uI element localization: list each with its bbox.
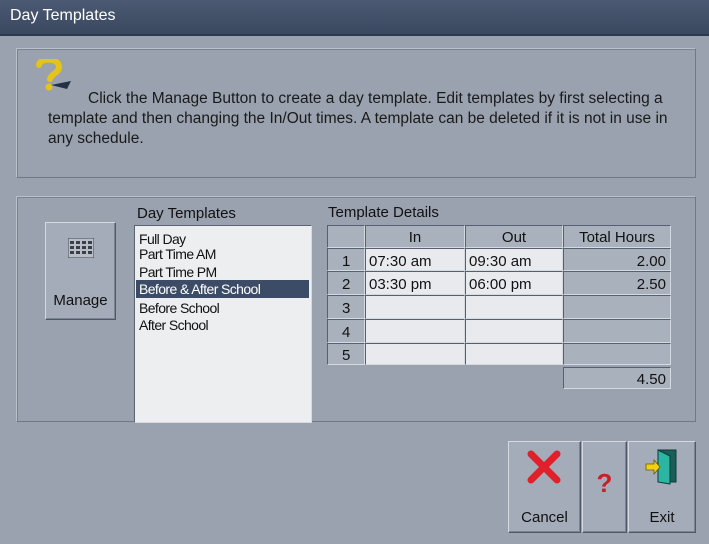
list-item[interactable]: Part Time PM xyxy=(136,263,309,281)
template-details-heading: Template Details xyxy=(328,204,439,221)
red-question-mark-icon: ? xyxy=(596,468,613,498)
row-number: 5 xyxy=(327,343,365,365)
day-templates-window: Day Templates Click the Manage Button to… xyxy=(0,0,709,544)
manage-button[interactable]: Manage xyxy=(45,222,116,320)
row-number: 3 xyxy=(327,295,365,319)
column-header-out: Out xyxy=(465,225,563,248)
row-total-hours: 2.50 xyxy=(563,271,671,295)
column-header-in: In xyxy=(365,225,465,248)
in-time-field[interactable] xyxy=(365,319,465,343)
header-corner xyxy=(327,225,365,248)
row-total-hours xyxy=(563,295,671,319)
list-item[interactable]: Before School xyxy=(136,299,309,317)
in-time-field[interactable] xyxy=(365,295,465,319)
day-templates-list[interactable]: Full Day Part Time AM Part Time PM Befor… xyxy=(134,225,312,423)
out-time-field[interactable] xyxy=(465,319,563,343)
row-total-hours xyxy=(563,343,671,365)
day-templates-heading: Day Templates xyxy=(137,205,236,222)
manage-button-label: Manage xyxy=(53,292,108,309)
window-title: Day Templates xyxy=(10,7,116,24)
cancel-button[interactable]: Cancel xyxy=(508,441,581,533)
out-time-field[interactable] xyxy=(465,295,563,319)
exit-button[interactable]: Exit xyxy=(628,441,696,533)
out-time-field[interactable]: 09:30 am xyxy=(465,248,563,271)
in-time-field[interactable]: 03:30 pm xyxy=(365,271,465,295)
column-header-total-hours: Total Hours xyxy=(563,225,671,248)
row-total-hours: 2.00 xyxy=(563,248,671,271)
list-item[interactable]: Part Time AM xyxy=(136,245,309,263)
row-total-hours xyxy=(563,319,671,343)
grand-total-hours: 4.50 xyxy=(563,367,671,389)
help-text: Click the Manage Button to create a day … xyxy=(48,90,668,147)
list-item-selected[interactable]: Before & After School xyxy=(136,280,309,298)
calendar-grid-icon xyxy=(68,238,94,258)
in-time-field[interactable]: 07:30 am xyxy=(365,248,465,271)
row-number: 4 xyxy=(327,319,365,343)
red-x-icon xyxy=(527,450,561,484)
help-panel: Click the Manage Button to create a day … xyxy=(16,48,696,178)
out-time-field[interactable]: 06:00 pm xyxy=(465,271,563,295)
row-number: 2 xyxy=(327,271,365,295)
help-button[interactable]: ? xyxy=(582,441,627,533)
out-time-field[interactable] xyxy=(465,343,563,365)
list-item[interactable]: After School xyxy=(136,316,309,334)
exit-button-label: Exit xyxy=(649,509,675,526)
cancel-button-label: Cancel xyxy=(521,509,568,526)
row-number: 1 xyxy=(327,248,365,271)
exit-door-icon xyxy=(645,449,677,485)
title-bar: Day Templates xyxy=(0,0,709,36)
in-time-field[interactable] xyxy=(365,343,465,365)
